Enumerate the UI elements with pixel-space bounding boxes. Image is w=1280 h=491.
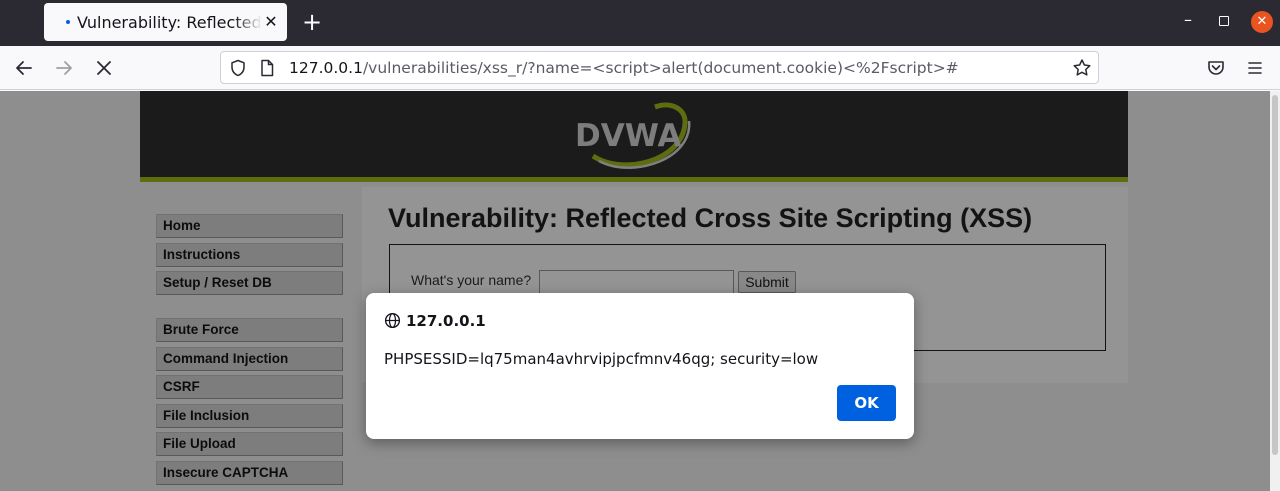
browser-navbar: 127.0.0.1/vulnerabilities/xss_r/?name=<s… [0,46,1280,90]
forward-arrow-icon [56,61,72,75]
window-minimize-button[interactable]: – [1178,10,1198,34]
scrollbar-thumb[interactable] [1272,95,1278,455]
url-text[interactable]: 127.0.0.1/vulnerabilities/xss_r/?name=<s… [289,59,959,77]
shield-icon[interactable] [229,59,247,77]
browser-tab[interactable]: Vulnerability: Reflected Cross Site Scri… [44,3,287,41]
window-close-button[interactable]: ✕ [1251,11,1273,33]
alert-dialog: 127.0.0.1 PHPSESSID=lq75man4avhrvipjpcfm… [366,293,914,439]
url-bar[interactable]: 127.0.0.1/vulnerabilities/xss_r/?name=<s… [220,51,1099,84]
globe-icon [384,312,401,329]
tab-close-icon[interactable]: ✕ [261,12,281,32]
browser-titlebar: Vulnerability: Reflected Cross Site Scri… [0,0,1280,46]
url-host: 127.0.0.1 [289,59,363,77]
hamburger-menu-icon [1248,62,1262,74]
app-menu-button[interactable] [1241,54,1269,82]
pocket-button[interactable] [1202,54,1230,82]
tab-title: Vulnerability: Reflected Cross Site Scri… [77,13,262,32]
page-scrollbar[interactable] [1270,91,1280,491]
page-icon[interactable] [259,59,275,77]
loading-indicator [66,20,70,24]
window-maximize-button[interactable] [1219,16,1229,26]
forward-button[interactable] [50,54,78,82]
ok-button[interactable]: OK [837,385,896,421]
back-arrow-icon [16,61,32,75]
stop-x-icon [97,61,111,75]
url-path: /vulnerabilities/xss_r/?name=<script>ale… [362,59,959,77]
dialog-message: PHPSESSID=lq75man4avhrvipjpcfmnv46qg; se… [384,350,819,368]
back-button[interactable] [10,54,38,82]
new-tab-button[interactable]: + [298,8,326,36]
stop-button[interactable] [90,54,118,82]
bookmark-star-icon[interactable] [1072,58,1092,78]
pocket-icon [1208,61,1224,75]
dialog-origin: 127.0.0.1 [406,312,486,330]
